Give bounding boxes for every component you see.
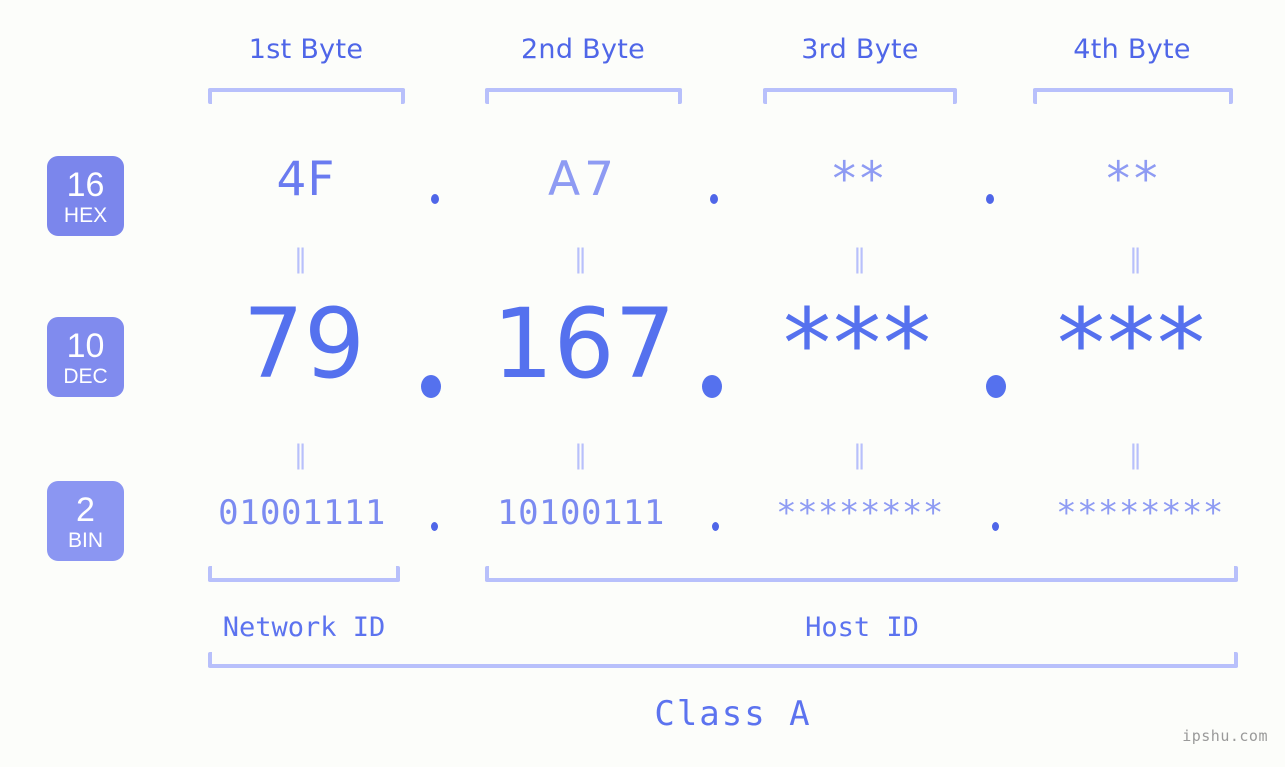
equals-sep-hex-dec-2: ‖ xyxy=(574,244,588,274)
radix-badge-dec-number: 10 xyxy=(66,327,105,365)
radix-badge-bin-number: 2 xyxy=(76,491,95,529)
byte-bracket-3 xyxy=(763,88,957,104)
class-bracket xyxy=(208,652,1238,668)
radix-badge-hex-name: HEX xyxy=(63,204,108,227)
equals-sep-hex-dec-1: ‖ xyxy=(294,244,308,274)
equals-sep-hex-dec-4: ‖ xyxy=(1129,244,1143,274)
radix-badge-hex-number: 16 xyxy=(66,166,105,204)
radix-badge-hex: 16 HEX xyxy=(47,156,124,236)
radix-badge-bin-name: BIN xyxy=(67,529,103,552)
equals-sep-dec-bin-3: ‖ xyxy=(853,440,867,470)
site-watermark: ipshu.com xyxy=(1182,727,1268,745)
dec-value-2: 167 xyxy=(492,288,676,400)
bin-dot-3 xyxy=(992,522,999,531)
hex-dot-1 xyxy=(431,194,439,204)
host-id-bracket xyxy=(485,566,1238,582)
radix-badge-dec-name: DEC xyxy=(63,365,108,388)
equals-sep-dec-bin-4: ‖ xyxy=(1129,440,1143,470)
dec-value-4: *** xyxy=(1057,288,1207,400)
bin-value-4: ******** xyxy=(1056,493,1224,533)
radix-badge-bin: 2 BIN xyxy=(47,481,124,561)
hex-dot-2 xyxy=(710,194,718,204)
dec-value-3: *** xyxy=(783,288,933,400)
dec-dot-1 xyxy=(421,375,441,398)
hex-dot-3 xyxy=(986,194,994,204)
hex-value-2: A7 xyxy=(547,152,619,207)
bin-value-1: 01001111 xyxy=(218,493,386,533)
byte-bracket-2 xyxy=(485,88,682,104)
byte-header-1: 1st Byte xyxy=(248,34,364,65)
equals-sep-dec-bin-1: ‖ xyxy=(294,440,308,470)
byte-bracket-4 xyxy=(1033,88,1233,104)
equals-sep-dec-bin-2: ‖ xyxy=(574,440,588,470)
radix-badge-dec: 10 DEC xyxy=(47,317,124,397)
byte-header-4: 4th Byte xyxy=(1073,34,1191,65)
bin-value-2: 10100111 xyxy=(497,493,665,533)
hex-value-3: ** xyxy=(832,152,888,207)
bin-dot-2 xyxy=(712,522,719,531)
equals-sep-hex-dec-3: ‖ xyxy=(853,244,867,274)
network-id-bracket xyxy=(208,566,400,582)
ip-address-breakdown-diagram: 1st Byte 2nd Byte 3rd Byte 4th Byte 16 H… xyxy=(0,0,1285,767)
byte-bracket-1 xyxy=(208,88,405,104)
byte-header-3: 3rd Byte xyxy=(801,34,919,65)
dec-dot-2 xyxy=(702,375,722,398)
bin-dot-1 xyxy=(431,522,438,531)
hex-value-1: 4F xyxy=(276,152,336,207)
network-id-label: Network ID xyxy=(222,612,386,643)
dec-value-1: 79 xyxy=(242,288,366,400)
host-id-label: Host ID xyxy=(805,612,919,643)
dec-dot-3 xyxy=(986,375,1006,398)
byte-header-2: 2nd Byte xyxy=(520,34,646,65)
class-label: Class A xyxy=(654,694,812,734)
bin-value-3: ******** xyxy=(776,493,944,533)
hex-value-4: ** xyxy=(1106,152,1162,207)
